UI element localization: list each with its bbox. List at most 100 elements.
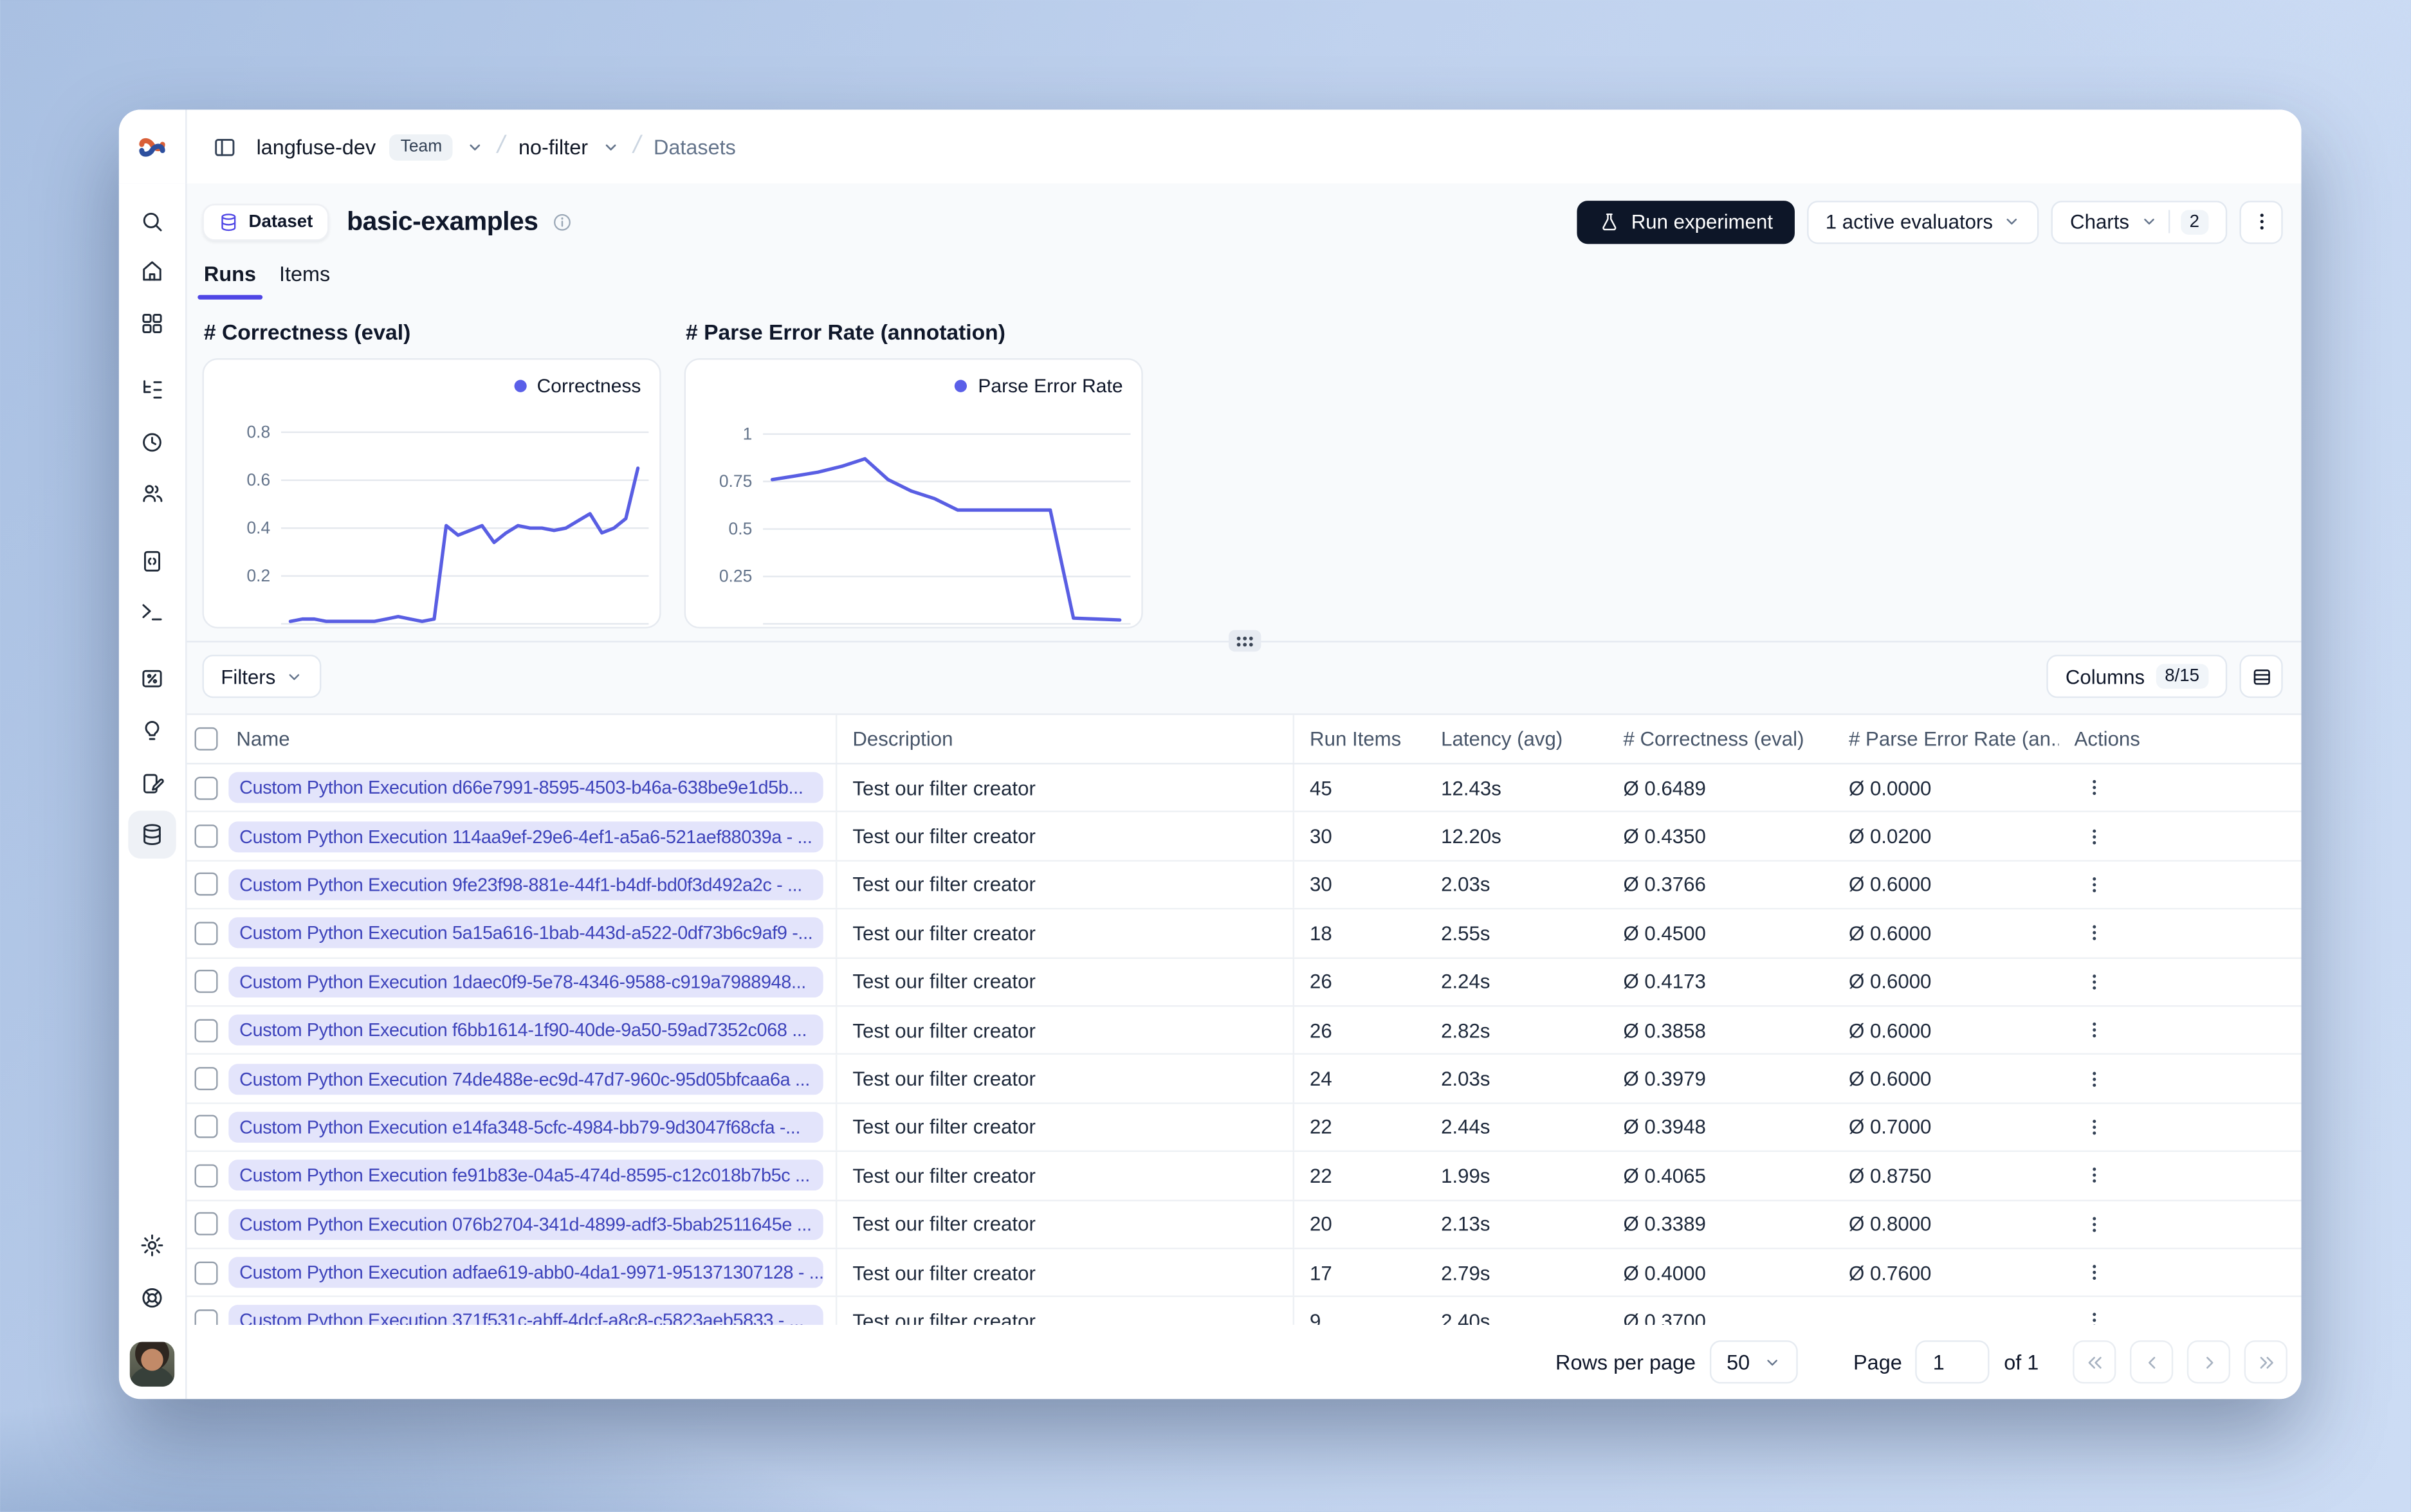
column-header-description[interactable]: Description xyxy=(837,715,1295,763)
sidebar-item-datasets[interactable] xyxy=(128,810,176,859)
breadcrumb-separator: / xyxy=(630,132,643,159)
first-page-button[interactable] xyxy=(2073,1340,2116,1384)
breadcrumb-project[interactable]: no-filter xyxy=(518,135,588,158)
dataset-entity-chip: Dataset xyxy=(202,203,329,241)
previous-page-button[interactable] xyxy=(2129,1340,2174,1384)
sidebar-item-users[interactable] xyxy=(128,469,176,517)
row-actions-button[interactable] xyxy=(2080,1210,2108,1238)
row-checkbox[interactable] xyxy=(194,776,217,799)
run-name-link[interactable]: Custom Python Execution e14fa348-5cfc-49… xyxy=(228,1111,823,1143)
run-name-link[interactable]: Custom Python Execution d66e7991-8595-45… xyxy=(228,772,823,803)
row-actions-button[interactable] xyxy=(2080,919,2108,947)
chevron-down-icon[interactable] xyxy=(602,138,619,155)
run-experiment-button[interactable]: Run experiment xyxy=(1577,199,1795,244)
row-actions-button[interactable] xyxy=(2080,1161,2108,1189)
evaluators-dropdown[interactable]: 1 active evaluators xyxy=(1806,199,2040,244)
column-header-correctness[interactable]: # Correctness (eval) xyxy=(1608,715,1833,763)
breadcrumb-section[interactable]: Datasets xyxy=(654,135,736,158)
run-name-link[interactable]: Custom Python Execution 5a15a616-1bab-44… xyxy=(228,918,823,949)
row-actions-button[interactable] xyxy=(2080,871,2108,898)
sidebar-item-search[interactable] xyxy=(128,197,176,245)
sidebar-item-evaluation[interactable] xyxy=(128,655,176,702)
row-height-button[interactable] xyxy=(2239,655,2283,698)
breadcrumb-org[interactable]: langfuse-dev xyxy=(257,135,376,158)
user-avatar[interactable] xyxy=(129,1342,175,1387)
more-actions-button[interactable] xyxy=(2239,199,2283,244)
next-page-button[interactable] xyxy=(2186,1340,2231,1384)
table-toolbar: Filters Columns 8/15 xyxy=(202,655,2283,698)
row-actions-button[interactable] xyxy=(2080,1016,2108,1044)
sidebar-item-sessions[interactable] xyxy=(128,419,176,466)
resize-handle[interactable] xyxy=(1227,630,1261,652)
row-checkbox[interactable] xyxy=(194,873,217,897)
run-name-link[interactable]: Custom Python Execution f6bb1614-1f90-40… xyxy=(228,1014,823,1046)
run-name-link[interactable]: Custom Python Execution adfae619-abb0-4d… xyxy=(228,1257,823,1288)
info-icon[interactable] xyxy=(552,211,574,233)
row-checkbox[interactable] xyxy=(194,824,217,848)
sidebar-item-annotation[interactable] xyxy=(128,760,176,807)
row-checkbox[interactable] xyxy=(194,1163,217,1187)
row-actions-button[interactable] xyxy=(2080,1307,2108,1325)
run-name-link[interactable]: Custom Python Execution 076b2704-341d-48… xyxy=(228,1208,823,1240)
sidebar-item-support[interactable] xyxy=(128,1274,176,1322)
latency-value: 2.55s xyxy=(1441,922,1490,945)
sidebar-item-suggestions[interactable] xyxy=(128,707,176,755)
sidebar-item-playground[interactable] xyxy=(128,588,176,636)
tab-items[interactable]: Items xyxy=(279,262,330,300)
row-actions-button[interactable] xyxy=(2080,1113,2108,1141)
table-rows-icon xyxy=(2253,668,2269,684)
last-page-button[interactable] xyxy=(2244,1340,2287,1384)
filters-button[interactable]: Filters xyxy=(202,655,322,698)
page-input[interactable] xyxy=(1916,1340,1990,1384)
column-header-latency[interactable]: Latency (avg) xyxy=(1426,715,1608,763)
row-actions-button[interactable] xyxy=(2080,968,2108,996)
row-actions-button[interactable] xyxy=(2080,774,2108,801)
parse-error-value: Ø 0.8750 xyxy=(1848,1163,1932,1187)
row-checkbox[interactable] xyxy=(194,970,217,994)
charts-dropdown[interactable]: Charts 2 xyxy=(2051,199,2228,244)
row-actions-button[interactable] xyxy=(2080,1065,2108,1093)
run-name-link[interactable]: Custom Python Execution 114aa9ef-29e6-4e… xyxy=(228,821,823,852)
run-description: Test our filter creator xyxy=(837,812,1295,860)
row-actions-button[interactable] xyxy=(2080,823,2108,850)
rows-per-page-label: Rows per page xyxy=(1555,1350,1696,1374)
sidebar-item-dashboards[interactable] xyxy=(128,300,176,347)
row-checkbox[interactable] xyxy=(194,922,217,945)
page-of-label: of 1 xyxy=(2004,1350,2039,1374)
tab-runs[interactable]: Runs xyxy=(197,262,262,300)
parse-error-value: Ø 0.8000 xyxy=(1848,1212,1932,1236)
column-header-name[interactable]: Name xyxy=(224,715,838,763)
select-all-checkbox[interactable] xyxy=(194,727,217,751)
run-name-link[interactable]: Custom Python Execution 1daec0f9-5e78-43… xyxy=(228,966,823,997)
run-name-link[interactable]: Custom Python Execution 74de488e-ec9d-47… xyxy=(228,1063,823,1095)
row-checkbox[interactable] xyxy=(194,1018,217,1042)
sidebar-item-home[interactable] xyxy=(128,247,176,295)
sidebar-toggle-button[interactable] xyxy=(207,129,243,164)
table-row: Custom Python Execution 74de488e-ec9d-47… xyxy=(187,1055,2302,1104)
sidebar-item-tracing[interactable] xyxy=(128,366,176,414)
row-actions-button[interactable] xyxy=(2080,1259,2108,1286)
run-description: Test our filter creator xyxy=(837,1055,1295,1102)
columns-button[interactable]: Columns 8/15 xyxy=(2047,655,2228,698)
table-header-row: Name Description Run Items Latency (avg)… xyxy=(187,715,2302,765)
run-description: Test our filter creator xyxy=(837,1297,1295,1325)
rows-per-page-select[interactable]: 50 xyxy=(1709,1340,1798,1384)
sidebar-item-settings[interactable] xyxy=(128,1221,176,1269)
row-checkbox[interactable] xyxy=(194,1309,217,1325)
column-header-run-items[interactable]: Run Items xyxy=(1294,715,1426,763)
column-header-parse-error[interactable]: # Parse Error Rate (an... xyxy=(1833,715,2059,763)
run-name-link[interactable]: Custom Python Execution 9fe23f98-881e-44… xyxy=(228,869,823,900)
row-checkbox[interactable] xyxy=(194,1115,217,1139)
row-checkbox[interactable] xyxy=(194,1261,217,1284)
row-checkbox[interactable] xyxy=(194,1067,217,1091)
chevron-down-icon[interactable] xyxy=(467,138,484,155)
charts-label: Charts xyxy=(2070,210,2130,233)
run-name-link[interactable]: Custom Python Execution fe91b83e-04a5-47… xyxy=(228,1160,823,1191)
correctness-line-plot: 0.2 0.4 0.6 0.8 xyxy=(246,422,649,625)
row-checkbox[interactable] xyxy=(194,1212,217,1236)
sidebar-item-prompts[interactable] xyxy=(128,538,176,585)
run-name-link[interactable]: Custom Python Execution 371f531c-abff-4d… xyxy=(228,1306,823,1325)
langfuse-logo[interactable] xyxy=(119,109,187,184)
parse-error-value: Ø 0.6000 xyxy=(1848,873,1932,897)
kebab-icon xyxy=(2093,925,2096,941)
